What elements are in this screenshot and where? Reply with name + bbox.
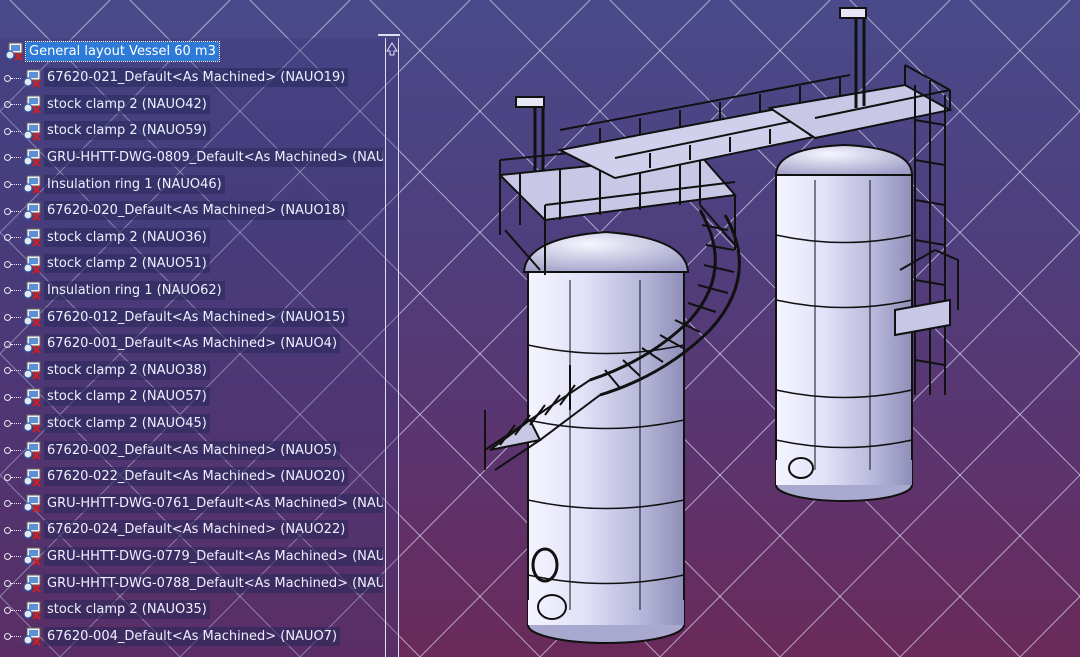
scrollbar-cap (378, 34, 400, 36)
tree-expander[interactable] (0, 120, 22, 142)
tree-item-5[interactable]: 67620-020_Default<As Machined> (NAUO18) (0, 200, 349, 222)
vessel-left[interactable] (522, 230, 690, 644)
grid-line (1019, 595, 1080, 657)
part-icon (22, 600, 42, 620)
tree-expander[interactable] (0, 545, 22, 567)
part-icon (22, 573, 42, 593)
tree-item-8[interactable]: Insulation ring 1 (NAUO62) (0, 279, 225, 301)
part-icon (22, 280, 42, 301)
part-icon (22, 520, 42, 540)
tree-item-21[interactable]: 67620-004_Default<As Machined> (NAUO7) (0, 625, 341, 647)
tree-expander[interactable] (0, 200, 22, 222)
tree-expander[interactable] (0, 253, 22, 275)
tree-item-6[interactable]: stock clamp 2 (NAUO36) (0, 226, 210, 248)
tree-item-label: General layout Vessel 60 m3 (25, 40, 220, 62)
part-icon (22, 227, 42, 247)
scroll-up-arrow-icon[interactable] (386, 42, 398, 56)
tree-expander[interactable] (0, 279, 22, 301)
tree-expander[interactable] (0, 67, 22, 89)
grid-line (969, 0, 1080, 112)
tree-item-label: stock clamp 2 (NAUO51) (44, 254, 210, 274)
part-icon (22, 440, 42, 460)
tree-item-label: 67620-021_Default<As Machined> (NAUO19) (44, 68, 349, 88)
tree-item-12[interactable]: stock clamp 2 (NAUO57) (0, 386, 210, 408)
part-icon (22, 307, 42, 327)
tree-item-19[interactable]: GRU-HHTT-DWG-0788_Default<As Machined> (… (0, 572, 383, 594)
tree-expander[interactable] (0, 572, 22, 594)
tree-item-17[interactable]: 67620-024_Default<As Machined> (NAUO22) (0, 519, 349, 541)
part-icon (22, 147, 42, 168)
tree-item-label: stock clamp 2 (NAUO35) (44, 600, 210, 620)
tree-item-3[interactable]: GRU-HHTT-DWG-0809_Default<As Machined> (… (0, 146, 383, 168)
tree-item-label: stock clamp 2 (NAUO57) (44, 387, 210, 407)
tree-expander[interactable] (0, 439, 22, 461)
tree-expander[interactable] (0, 333, 22, 355)
tree-item-label: GRU-HHTT-DWG-0809_Default<As Machined> (… (44, 147, 383, 167)
vessel-right[interactable] (774, 143, 914, 502)
tree-item-11[interactable]: stock clamp 2 (NAUO38) (0, 359, 210, 381)
tree-item-label: GRU-HHTT-DWG-0779_Default<As Machined> (… (44, 546, 383, 566)
part-icon (22, 94, 42, 114)
tree-item-0[interactable]: 67620-021_Default<As Machined> (NAUO19) (0, 67, 349, 89)
part-icon (22, 68, 42, 88)
part-icon (22, 387, 42, 407)
tree-item-label: 67620-004_Default<As Machined> (NAUO7) (44, 626, 341, 646)
tree-expander[interactable] (0, 625, 22, 647)
tree-expander[interactable] (0, 93, 22, 115)
tree-item-label: 67620-022_Default<As Machined> (NAUO20) (44, 467, 349, 487)
part-icon (22, 626, 42, 646)
part-icon (22, 360, 42, 380)
tree-item-7[interactable]: stock clamp 2 (NAUO51) (0, 253, 210, 275)
tree-expander[interactable] (0, 306, 22, 328)
tree-expander[interactable] (0, 492, 22, 514)
tree-item-18[interactable]: GRU-HHTT-DWG-0779_Default<As Machined> (… (0, 545, 383, 567)
tree-item-14[interactable]: 67620-002_Default<As Machined> (NAUO5) (0, 439, 341, 461)
tree-item-label: stock clamp 2 (NAUO42) (44, 94, 210, 114)
tree-expander[interactable] (0, 599, 22, 621)
tree-item-label: 67620-001_Default<As Machined> (NAUO4) (44, 334, 341, 354)
part-icon (22, 493, 42, 513)
tree-item-label: stock clamp 2 (NAUO36) (44, 227, 210, 247)
tree-item-label: GRU-HHTT-DWG-0788_Default<As Machined> (… (44, 573, 383, 593)
tree-item-label: 67620-002_Default<As Machined> (NAUO5) (44, 440, 341, 460)
tree-root-item[interactable]: General layout Vessel 60 m3 (0, 40, 220, 62)
part-icon (22, 254, 42, 274)
tree-item-label: stock clamp 2 (NAUO59) (44, 121, 210, 141)
tree-item-10[interactable]: 67620-001_Default<As Machined> (NAUO4) (0, 333, 341, 355)
part-icon (22, 201, 42, 221)
tree-item-16[interactable]: GRU-HHTT-DWG-0761_Default<As Machined> (… (0, 492, 383, 514)
tree-item-2[interactable]: stock clamp 2 (NAUO59) (0, 120, 210, 142)
tree-item-1[interactable]: stock clamp 2 (NAUO42) (0, 93, 210, 115)
part-icon (22, 413, 42, 434)
tree-expander[interactable] (0, 146, 22, 168)
specification-tree[interactable]: General layout Vessel 60 m3 67620-021_De… (0, 38, 400, 657)
tree-scrollbar[interactable] (385, 38, 399, 657)
tree-item-label: GRU-HHTT-DWG-0761_Default<As Machined> (… (44, 493, 383, 513)
tree-expander[interactable] (0, 226, 22, 248)
tree-item-label: Insulation ring 1 (NAUO62) (44, 280, 225, 300)
tree-item-13[interactable]: stock clamp 2 (NAUO45) (0, 412, 210, 434)
part-icon (22, 467, 42, 487)
tree-item-4[interactable]: Insulation ring 1 (NAUO46) (0, 173, 225, 195)
tree-item-20[interactable]: stock clamp 2 (NAUO35) (0, 599, 210, 621)
tree-expander[interactable] (0, 519, 22, 541)
tree-expander[interactable] (0, 466, 22, 488)
tree-expander[interactable] (0, 412, 22, 434)
tree-item-label: Insulation ring 1 (NAUO46) (44, 174, 225, 194)
tree-item-label: 67620-012_Default<As Machined> (NAUO15) (44, 307, 349, 327)
tree-expander[interactable] (0, 359, 22, 381)
tree-item-label: 67620-024_Default<As Machined> (NAUO22) (44, 520, 349, 540)
tree-item-15[interactable]: 67620-022_Default<As Machined> (NAUO20) (0, 466, 349, 488)
tree-item-label: stock clamp 2 (NAUO45) (44, 413, 210, 433)
product-icon (4, 41, 24, 61)
part-icon (22, 121, 42, 141)
part-icon (22, 334, 42, 354)
tree-item-9[interactable]: 67620-012_Default<As Machined> (NAUO15) (0, 306, 349, 328)
tree-expander[interactable] (0, 173, 22, 195)
tree-expander[interactable] (0, 386, 22, 408)
part-icon (22, 174, 42, 194)
tree-item-label: 67620-020_Default<As Machined> (NAUO18) (44, 201, 349, 221)
part-icon (22, 546, 42, 567)
tree-item-label: stock clamp 2 (NAUO38) (44, 360, 210, 380)
